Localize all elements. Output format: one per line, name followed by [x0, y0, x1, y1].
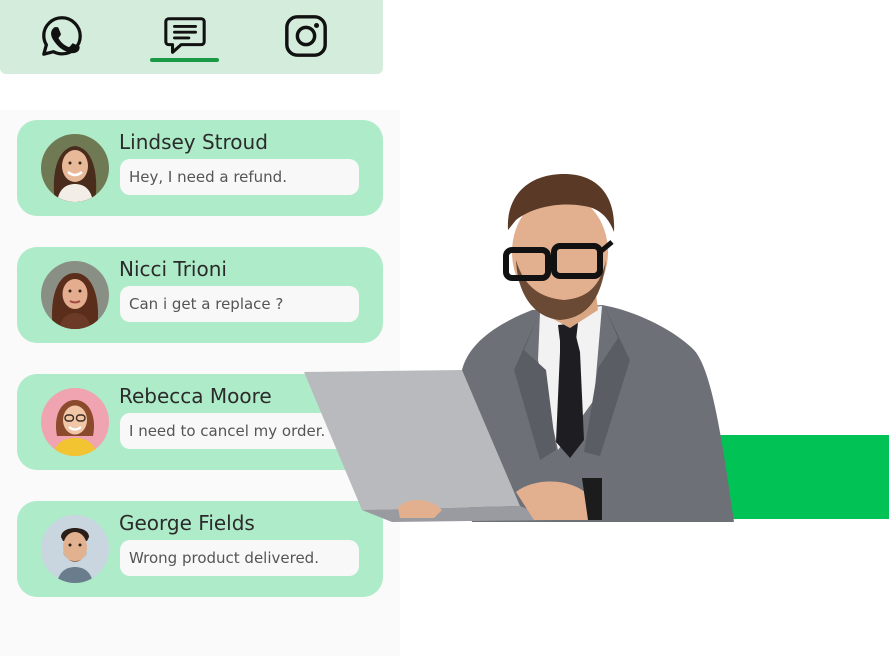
person-with-laptop-image: [304, 174, 734, 522]
avatar: [41, 515, 109, 583]
avatar: [41, 261, 109, 329]
message-preview: Wrong product delivered.: [120, 540, 359, 576]
chat-tab[interactable]: [161, 12, 209, 60]
active-tab-indicator: [150, 58, 219, 62]
contact-name: Rebecca Moore: [119, 384, 272, 408]
whatsapp-tab[interactable]: [38, 12, 86, 60]
channel-tab-bar: [0, 0, 383, 74]
chat-bubble-icon: [164, 17, 206, 54]
contact-name: Nicci Trioni: [119, 257, 227, 281]
instagram-tab[interactable]: [282, 12, 330, 60]
avatar: [41, 388, 109, 456]
contact-name: Lindsey Stroud: [119, 130, 268, 154]
whatsapp-icon: [42, 16, 82, 56]
avatar: [41, 134, 109, 202]
instagram-icon: [285, 15, 327, 57]
contact-name: George Fields: [119, 511, 255, 535]
